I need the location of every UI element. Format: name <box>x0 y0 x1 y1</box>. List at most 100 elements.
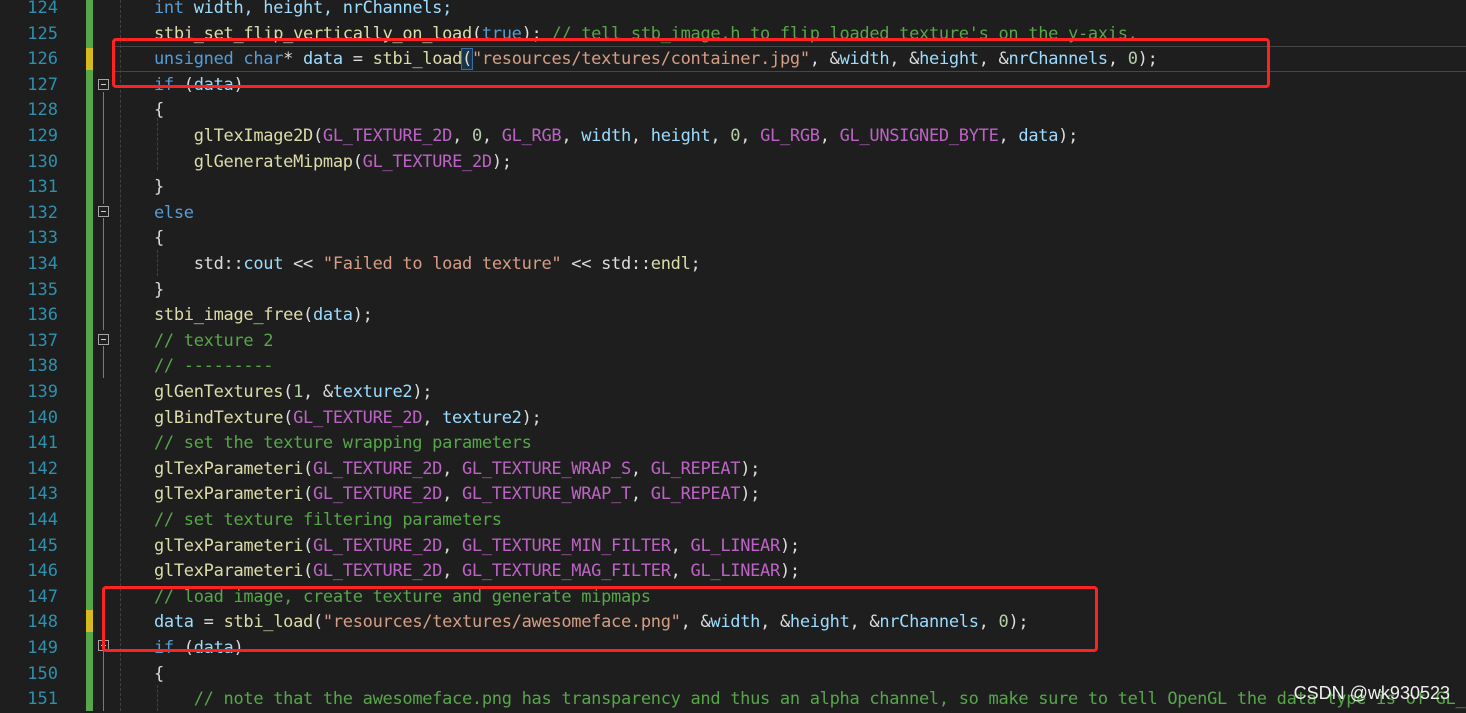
code-token: GL_REPEAT <box>650 458 741 479</box>
code-token: , <box>561 126 582 146</box>
code-token: GL_RGB <box>760 126 820 146</box>
fold-collapse-icon[interactable] <box>98 334 109 345</box>
code-token: // set texture filtering parameters <box>154 510 502 530</box>
modified-line-marker <box>86 48 93 70</box>
line-number: 134 <box>27 254 58 274</box>
code-line[interactable]: } <box>154 175 1466 201</box>
code-token: ); <box>491 151 512 172</box>
line-number: 132 <box>27 202 58 223</box>
watermark-text: CSDN @wk930523 <box>1293 683 1450 703</box>
line-number: 135 <box>27 279 58 300</box>
code-token: std:: <box>154 254 244 274</box>
line-number: 151 <box>27 689 58 710</box>
line-number: 137 <box>27 330 58 351</box>
line-number: 143 <box>27 484 58 505</box>
code-token: ( <box>283 382 294 402</box>
code-token: GL_UNSIGNED_BYTE <box>839 126 999 146</box>
code-token: glGenTextures <box>154 382 284 402</box>
line-number-gutter: 124 125 126 127 128 129 130 131 132 133 134 135 136 1… <box>0 0 84 711</box>
code-token: data <box>312 305 353 326</box>
code-line[interactable]: glGenerateMipmap(GL_TEXTURE_2D); <box>154 150 1466 176</box>
code-line[interactable]: glGenTextures(1, &texture2); <box>154 380 1466 406</box>
fold-collapse-icon[interactable] <box>98 206 109 217</box>
line-number: 145 <box>27 535 58 556</box>
code-token: , <box>452 126 472 146</box>
code-line[interactable]: // texture 2 <box>154 329 1466 355</box>
code-token: GL_RGB <box>501 126 562 146</box>
code-line[interactable]: else <box>154 201 1466 227</box>
code-token: GL_TEXTURE_2D <box>312 484 443 505</box>
code-token: ( <box>303 305 313 326</box>
code-token: GL_TEXTURE_2D <box>362 151 492 172</box>
line-number: 149 <box>27 638 58 658</box>
fold-guide-line <box>103 346 104 378</box>
code-token: glTexParameteri <box>154 561 304 582</box>
code-token: << <box>283 254 323 274</box>
code-line[interactable]: glTexParameteri(GL_TEXTURE_2D, GL_TEXTUR… <box>154 482 1466 508</box>
line-number: 142 <box>27 458 58 479</box>
code-token: ( <box>303 458 313 479</box>
code-token: GL_LINEAR <box>690 561 781 582</box>
code-token: ); <box>1058 126 1079 146</box>
fold-guide-line <box>103 92 104 204</box>
code-token: width <box>581 126 631 146</box>
code-token: , & <box>303 382 333 402</box>
code-token: // set the texture wrapping parameters <box>154 433 532 454</box>
code-token: 0 <box>730 126 741 146</box>
code-token: // --------- <box>154 356 274 377</box>
code-line[interactable]: glTexParameteri(GL_TEXTURE_2D, GL_TEXTUR… <box>154 457 1466 483</box>
code-token: GL_TEXTURE_MAG_FILTER <box>462 561 671 582</box>
code-token: GL_TEXTURE_WRAP_T <box>462 484 631 505</box>
code-line[interactable]: glTexParameteri(GL_TEXTURE_2D, GL_TEXTUR… <box>154 534 1466 560</box>
code-line[interactable]: glBindTexture(GL_TEXTURE_2D, texture2); <box>154 406 1466 432</box>
code-token: , <box>442 458 462 479</box>
code-line[interactable]: { <box>154 98 1466 124</box>
code-token: glGenerateMipmap <box>193 151 353 172</box>
code-token: , <box>630 126 651 146</box>
code-token: ( <box>352 151 363 172</box>
code-line[interactable]: stbi_image_free(data); <box>154 303 1466 329</box>
code-line[interactable]: // set the texture wrapping parameters <box>154 431 1466 457</box>
code-token: width, height, nrChannels; <box>183 0 453 18</box>
code-token: ); <box>779 561 800 582</box>
code-token: GL_TEXTURE_2D <box>293 407 423 428</box>
code-token: data <box>1018 126 1059 146</box>
code-line[interactable]: // note that the awesomeface.png has tra… <box>154 687 1466 713</box>
code-token: cout <box>243 254 284 274</box>
code-token: , <box>481 126 502 146</box>
change-tracking-bar <box>86 0 93 711</box>
code-line[interactable]: { <box>154 226 1466 252</box>
highlight-box-line-148 <box>102 586 1098 652</box>
code-line[interactable]: } <box>154 278 1466 304</box>
code-line[interactable]: glTexParameteri(GL_TEXTURE_2D, GL_TEXTUR… <box>154 559 1466 585</box>
code-line[interactable]: { <box>154 662 1466 688</box>
code-line[interactable]: // set texture filtering parameters <box>154 508 1466 534</box>
line-number: 140 <box>27 407 58 428</box>
line-number: 139 <box>27 382 58 402</box>
code-token: ( <box>303 484 313 505</box>
code-line[interactable]: int width, height, nrChannels; <box>154 0 1466 22</box>
code-token: height <box>650 126 711 146</box>
code-token: ); <box>521 407 542 428</box>
code-token: , <box>442 561 462 582</box>
code-token: else <box>154 202 194 223</box>
code-token: } <box>154 177 164 198</box>
code-line[interactable]: glTexImage2D(GL_TEXTURE_2D, 0, GL_RGB, w… <box>154 124 1466 150</box>
code-token: GL_TEXTURE_2D <box>312 458 443 479</box>
line-number: 126 <box>27 49 58 70</box>
code-line[interactable]: // --------- <box>154 354 1466 380</box>
code-token: , <box>710 126 731 146</box>
line-number: 131 <box>27 177 58 198</box>
line-number: 150 <box>27 663 58 684</box>
code-token: << std:: <box>561 254 651 274</box>
code-token: ); <box>740 458 761 479</box>
fold-collapse-icon[interactable] <box>98 79 109 90</box>
line-number: 136 <box>27 305 58 326</box>
code-token: // texture 2 <box>154 330 274 351</box>
code-token: ( <box>303 535 313 556</box>
line-number: 129 <box>27 126 58 146</box>
code-line[interactable]: std::cout << "Failed to load texture" <<… <box>154 252 1466 278</box>
code-token: { <box>154 100 164 121</box>
code-token: GL_TEXTURE_2D <box>312 561 443 582</box>
